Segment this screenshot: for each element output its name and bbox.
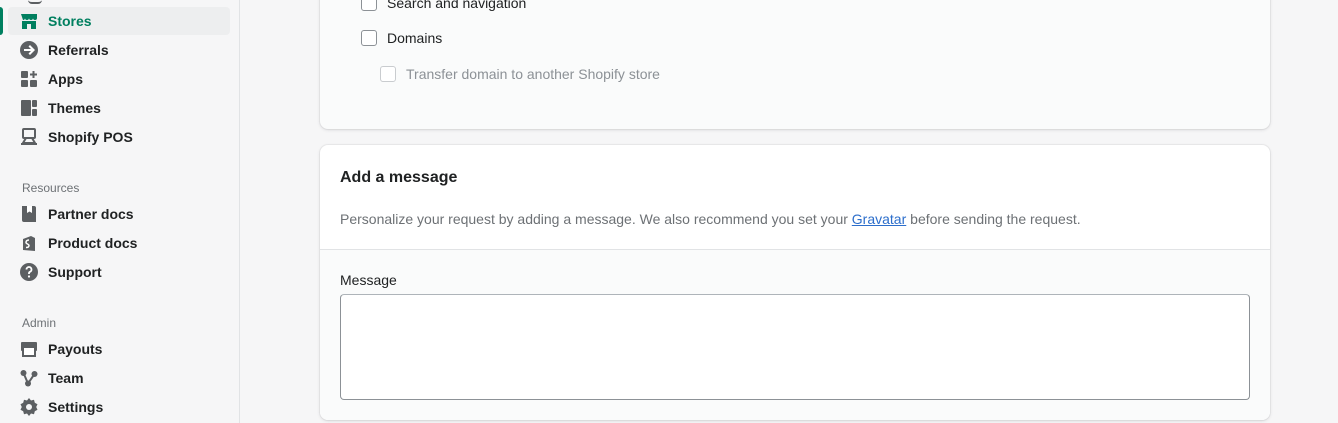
partner-docs-icon: [19, 204, 39, 224]
settings-icon: [19, 397, 39, 417]
sidebar: Stores Referrals Apps Themes Shopify POS: [0, 0, 240, 423]
permission-label: Search and navigation: [387, 0, 527, 11]
sidebar-item-label: Team: [48, 370, 84, 386]
sidebar-item-referrals[interactable]: Referrals: [8, 36, 230, 64]
apps-icon: [19, 69, 39, 89]
store-icon: [19, 11, 39, 31]
payouts-icon: [19, 339, 39, 359]
sidebar-item-label: Product docs: [48, 235, 138, 251]
resources-section-label: Resources: [22, 181, 80, 195]
sidebar-item-settings[interactable]: Settings: [8, 393, 230, 421]
description-text-end: before sending the request.: [906, 211, 1081, 227]
pos-icon: [19, 127, 39, 147]
sidebar-item-support[interactable]: Support: [8, 258, 230, 286]
sidebar-item-label: Referrals: [48, 42, 109, 58]
sidebar-item-team[interactable]: Team: [8, 364, 230, 392]
permission-transfer-domain: Transfer domain to another Shopify store: [380, 66, 660, 82]
sidebar-item-label: Stores: [48, 13, 92, 29]
permission-label: Transfer domain to another Shopify store: [406, 66, 660, 82]
themes-icon: [19, 98, 39, 118]
support-icon: [19, 262, 39, 282]
permission-search-navigation[interactable]: Search and navigation: [361, 0, 526, 11]
transfer-domain-checkbox: [380, 66, 396, 82]
sidebar-item-stores[interactable]: Stores: [0, 7, 230, 35]
product-docs-icon: [19, 233, 39, 253]
card-title: Add a message: [340, 169, 458, 186]
sidebar-item-partner-docs[interactable]: Partner docs: [8, 200, 230, 228]
message-textarea[interactable]: [340, 294, 1250, 400]
sidebar-item-label: Themes: [48, 100, 101, 116]
domains-checkbox[interactable]: [361, 30, 377, 46]
sidebar-item-label: Apps: [48, 71, 83, 87]
app-root: Stores Referrals Apps Themes Shopify POS: [0, 0, 1338, 423]
admin-section-label: Admin: [22, 316, 57, 330]
sidebar-item-label: Payouts: [48, 341, 103, 357]
sidebar-item-themes[interactable]: Themes: [8, 94, 230, 122]
sidebar-item-product-docs[interactable]: Product docs: [8, 229, 230, 257]
partial-nav-icon: [28, 0, 42, 4]
permission-domains[interactable]: Domains: [361, 30, 442, 46]
sidebar-item-label: Partner docs: [48, 206, 134, 222]
sidebar-item-label: Shopify POS: [48, 129, 133, 145]
permission-label: Domains: [387, 30, 443, 46]
referral-icon: [19, 40, 39, 60]
sidebar-item-label: Settings: [48, 399, 104, 415]
gravatar-link[interactable]: Gravatar: [852, 211, 906, 227]
permissions-card: Search and navigation Domains Transfer d…: [320, 0, 1270, 129]
add-message-card: Add a message Personalize your request b…: [320, 145, 1270, 420]
sidebar-item-apps[interactable]: Apps: [8, 65, 230, 93]
team-icon: [19, 368, 39, 388]
search-navigation-checkbox[interactable]: [361, 0, 377, 11]
sidebar-item-payouts[interactable]: Payouts: [8, 335, 230, 363]
message-field-label: Message: [340, 272, 397, 288]
sidebar-item-shopify-pos[interactable]: Shopify POS: [8, 123, 230, 151]
sidebar-item-label: Support: [48, 264, 102, 280]
card-description: Personalize your request by adding a mes…: [340, 211, 1081, 227]
description-text: Personalize your request by adding a mes…: [340, 211, 852, 227]
